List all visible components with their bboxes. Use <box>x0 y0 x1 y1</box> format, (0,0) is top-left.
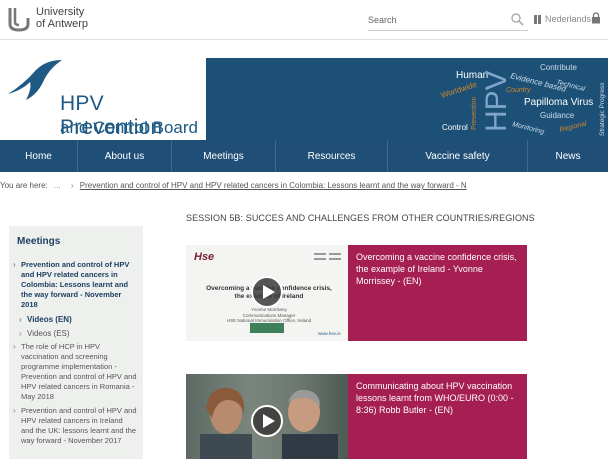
play-button-icon[interactable] <box>250 275 284 309</box>
nav-item-resources[interactable]: Resources <box>276 140 388 172</box>
university-line2: of Antwerp <box>36 18 88 30</box>
nav-item-home[interactable]: Home <box>0 140 78 172</box>
banner-word-guidance: Guidance <box>540 111 575 120</box>
banner-word-contribute: Contribute <box>540 63 577 72</box>
slide-header-text-icon <box>314 253 341 260</box>
chevron-right-icon: › <box>13 342 16 351</box>
video-title[interactable]: Communicating about HPV vaccination less… <box>356 380 519 416</box>
chevron-right-icon: › <box>13 406 16 415</box>
breadcrumb-ellipsis[interactable]: ... <box>54 181 61 190</box>
top-bar: University of Antwerp Nederlands <box>0 0 608 40</box>
flag-icon <box>534 14 541 24</box>
banner-word-prevention: Prevention <box>471 96 478 130</box>
banner-word-strategic: Strategic Progress <box>599 82 606 136</box>
language-label: Nederlands <box>545 14 592 24</box>
play-button-icon[interactable] <box>250 404 284 438</box>
sidebar: Meetings › Prevention and control of HPV… <box>9 226 143 459</box>
video-thumbnail[interactable]: Hse Overcoming a vaccine confidence cris… <box>186 245 348 341</box>
slide-author: Yvonne Morrissey Communications Manager … <box>204 307 334 324</box>
banner-graphic: Human Worldwide HPV Prevention Control E… <box>440 63 606 136</box>
sidebar-subitem-videos-es[interactable]: › Videos (ES) <box>9 328 143 339</box>
search-icon[interactable] <box>510 12 524 26</box>
hpv-board-logo-icon <box>8 60 62 100</box>
brand-title-line2: and Control Board <box>60 118 198 137</box>
slide-footer-url: www.hse.ie <box>318 331 341 336</box>
sidebar-subitem-videos-en[interactable]: › Videos (EN) <box>9 314 143 325</box>
chevron-right-icon: › <box>13 260 16 269</box>
nav-item-about-us[interactable]: About us <box>78 140 172 172</box>
video-card[interactable]: Hse Overcoming a vaccine confidence cris… <box>186 245 527 341</box>
page: University of Antwerp Nederlands HPV <box>0 0 608 459</box>
video-info-panel[interactable]: Communicating about HPV vaccination less… <box>348 374 527 459</box>
search-input[interactable] <box>368 11 503 29</box>
search-box <box>368 9 528 31</box>
slide-green-box <box>250 323 284 333</box>
banner-word-control: Control <box>442 123 468 132</box>
hse-logo: Hse <box>194 251 215 263</box>
sidebar-list: › Prevention and control of HPV and HPV … <box>9 260 143 450</box>
main-nav: Home About us Meetings Resources Vaccine… <box>0 140 608 172</box>
breadcrumb-chevron-icon: › <box>70 181 74 190</box>
nav-item-vaccine-safety[interactable]: Vaccine safety <box>388 140 528 172</box>
video-card[interactable]: Communicating about HPV vaccination less… <box>186 374 527 459</box>
banner-word-regional: Regional <box>559 120 588 134</box>
banner-word-monitoring: Monitoring <box>512 121 546 136</box>
nav-item-news[interactable]: News <box>528 140 608 172</box>
video-title[interactable]: Overcoming a vaccine confidence crisis, … <box>356 251 519 287</box>
sidebar-item-label: The role of HCP in HPV vaccination and s… <box>21 342 137 401</box>
video-thumbnail[interactable] <box>186 374 348 459</box>
banner-word-hpv: HPV <box>480 70 513 132</box>
language-switch-link[interactable]: Nederlands <box>534 14 591 24</box>
sidebar-item-colombia-2018[interactable]: › Prevention and control of HPV and HPV … <box>9 260 143 310</box>
lock-icon[interactable] <box>591 12 601 24</box>
breadcrumb-prefix: You are here: <box>0 181 48 190</box>
nav-item-meetings[interactable]: Meetings <box>172 140 276 172</box>
breadcrumb-current-link[interactable]: Prevention and control of HPV and HPV re… <box>80 181 467 190</box>
sidebar-subitem-label: Videos (ES) <box>27 329 70 338</box>
sidebar-subitem-label: Videos (EN) <box>27 315 72 324</box>
sidebar-item-ireland-uk-2017[interactable]: › Prevention and control of HPV and HPV … <box>9 406 143 446</box>
banner-word-cloud: Human Worldwide HPV Prevention Control E… <box>206 58 608 140</box>
banner-word-papilloma: Papilloma Virus <box>524 97 593 108</box>
university-name[interactable]: University of Antwerp <box>36 6 88 30</box>
breadcrumb: You are here: ... › Prevention and contr… <box>0 181 608 193</box>
sidebar-title: Meetings <box>17 236 61 247</box>
chevron-right-icon: › <box>19 329 22 338</box>
video-info-panel[interactable]: Overcoming a vaccine confidence crisis, … <box>348 245 527 341</box>
university-logo-icon[interactable] <box>8 6 30 32</box>
sidebar-item-label: Prevention and control of HPV and HPV re… <box>21 260 130 309</box>
brand-area[interactable]: HPV Prevention and Control Board <box>0 40 206 140</box>
session-title: SESSION 5B: SUCCES AND CHALLENGES FROM O… <box>186 213 535 223</box>
banner-word-country: Country <box>506 87 531 94</box>
sidebar-item-label: Prevention and control of HPV and HPV re… <box>21 406 137 445</box>
chevron-right-icon: › <box>19 315 22 324</box>
university-line1: University <box>36 6 85 18</box>
sidebar-item-romania-2018[interactable]: › The role of HCP in HPV vaccination and… <box>9 342 143 402</box>
